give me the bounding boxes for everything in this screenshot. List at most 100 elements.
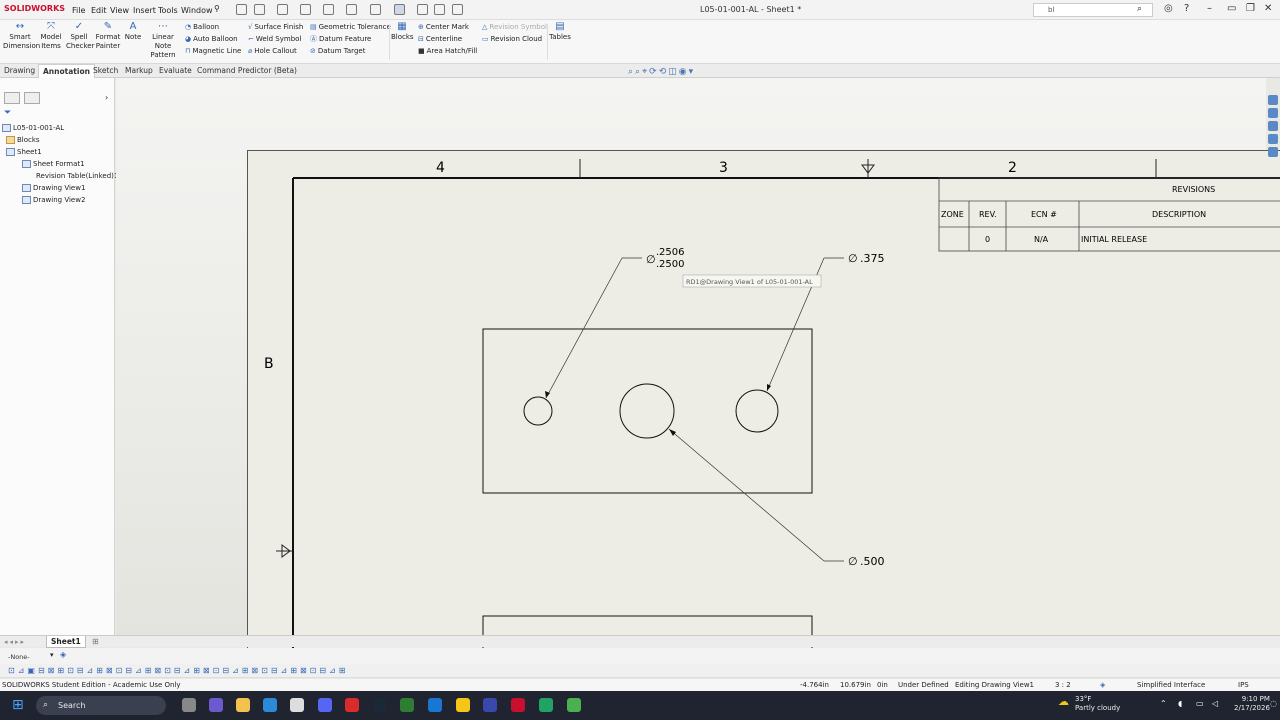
tree-item-drawing-view2[interactable]: Drawing View2	[2, 194, 118, 206]
menu-file[interactable]: File	[72, 6, 85, 15]
design-library-icon[interactable]	[1268, 108, 1278, 118]
chevron-right-icon[interactable]: ›	[105, 93, 108, 102]
search-input[interactable]: bl	[1033, 3, 1153, 17]
sheet-tab-sheet1[interactable]: Sheet1	[46, 636, 86, 648]
menu-tools[interactable]: Tools	[158, 6, 178, 15]
taskbar-search[interactable]: ⌕ Search	[36, 696, 166, 715]
redo-icon[interactable]	[370, 4, 381, 15]
network-icon[interactable]: ▭	[1196, 699, 1204, 708]
sheet-scale[interactable]: 3 : 2	[1055, 679, 1071, 691]
discord-icon[interactable]	[318, 698, 332, 712]
tables-button[interactable]: ▤ Tables	[549, 22, 571, 42]
chrome-icon[interactable]	[567, 698, 581, 712]
datum-target-button[interactable]: ⊘ Datum Target	[310, 45, 391, 57]
tree-item-revision-table[interactable]: Revision Table(Linked)1	[2, 170, 118, 182]
help-icon[interactable]: ?	[1184, 3, 1189, 14]
hole-small-left[interactable]	[523, 396, 553, 426]
volume-icon[interactable]: ◁	[1212, 699, 1218, 708]
note-button[interactable]: A Note	[123, 22, 143, 42]
revision-table[interactable]: REVISIONS ZONE REV. ECN # DESCRIPTION 0 …	[938, 177, 1280, 252]
steam-icon[interactable]	[373, 698, 387, 712]
file-properties-icon[interactable]	[434, 4, 445, 15]
excel-icon[interactable]	[539, 698, 553, 712]
xbox-icon[interactable]	[400, 698, 414, 712]
filter-icon[interactable]: ⏷	[4, 108, 11, 118]
center-mark-button[interactable]: ⊕ Center Mark	[418, 21, 477, 33]
drawing-sheet[interactable]: 4 3 2 B REVISIONS ZONE REV. ECN # DESCRI…	[247, 150, 1280, 677]
save-icon[interactable]	[300, 4, 311, 15]
tree-item-blocks[interactable]: Blocks	[2, 134, 118, 146]
custom-properties-icon[interactable]	[1268, 147, 1278, 157]
revision-symbol-button[interactable]: △ Revision Symbol	[482, 21, 547, 33]
revision-cloud-button[interactable]: ▭ Revision Cloud	[482, 33, 547, 45]
rebuild-status-icon[interactable]: ◈	[1100, 679, 1105, 691]
model-items-button[interactable]: ⤧ Model Items	[38, 22, 64, 51]
menu-edit[interactable]: Edit	[91, 6, 107, 15]
sheet-navigation-icon[interactable]: ◂◂▸▸	[4, 638, 26, 646]
resources-icon[interactable]	[1268, 95, 1278, 105]
format-painter-button[interactable]: ✎ Format Painter	[94, 22, 122, 51]
smart-dimension-button[interactable]: ↔ Smart Dimension	[3, 22, 40, 51]
hole-large-center[interactable]	[619, 383, 675, 439]
user-icon[interactable]: ◎	[1164, 3, 1173, 14]
centerline-button[interactable]: ⊟ Centerline	[418, 33, 477, 45]
blocks-button[interactable]: ▦ Blocks	[391, 22, 414, 42]
select-icon[interactable]	[394, 4, 405, 15]
search-icon[interactable]: ⌕	[1137, 4, 1142, 14]
hole-medium-right[interactable]	[735, 389, 779, 433]
chevron-down-icon[interactable]: ▾	[50, 651, 54, 659]
tree-root[interactable]: L05-01-001-AL	[2, 122, 118, 134]
tree-item-sheet1[interactable]: Sheet1	[2, 146, 118, 158]
tray-chevron-icon[interactable]: ⌃	[1160, 699, 1167, 708]
microphone-icon[interactable]: ◖	[1178, 699, 1182, 708]
unit-system[interactable]: IPS	[1238, 679, 1249, 691]
layer-properties-icon[interactable]: ◈	[60, 650, 66, 659]
undo-icon[interactable]	[346, 4, 357, 15]
clock[interactable]: 9:10 PM 2/17/2026	[1234, 695, 1270, 713]
feature-manager-tab-icon[interactable]	[4, 92, 20, 104]
pin-icon[interactable]: ⚲	[214, 4, 220, 13]
menu-insert[interactable]: Insert	[133, 6, 156, 15]
appearances-icon[interactable]	[1268, 134, 1278, 144]
interface-mode[interactable]: Simplified Interface	[1137, 679, 1205, 691]
surface-finish-button[interactable]: √ Surface Finish	[248, 21, 303, 33]
magnetic-line-button[interactable]: ⊓ Magnetic Line	[185, 45, 241, 57]
menu-view[interactable]: View	[110, 6, 129, 15]
opera-icon[interactable]	[345, 698, 359, 712]
hole-dimension-500[interactable]: ∅ .500	[668, 428, 885, 568]
restore-icon[interactable]: ▭	[1227, 3, 1236, 14]
close-icon[interactable]: ✕	[1264, 3, 1272, 14]
notification-icon[interactable]: ◌	[1270, 699, 1277, 708]
tree-item-sheet-format[interactable]: Sheet Format1	[2, 158, 118, 170]
weld-symbol-button[interactable]: ⌐ Weld Symbol	[248, 33, 303, 45]
area-hatch-button[interactable]: ■ Area Hatch/Fill	[418, 45, 477, 57]
balloon-button[interactable]: ◔ Balloon	[185, 21, 241, 33]
edge-icon[interactable]	[263, 698, 277, 712]
linear-note-pattern-button[interactable]: ⋯ Linear Note Pattern	[145, 22, 181, 60]
auto-balloon-button[interactable]: ◕ Auto Balloon	[185, 33, 241, 45]
home-icon[interactable]	[236, 4, 247, 15]
windows-start-icon[interactable]: ⊞	[12, 697, 24, 713]
tab-evaluate[interactable]: Evaluate	[155, 64, 196, 78]
hole-callout-button[interactable]: ⌀ Hole Callout	[248, 45, 303, 57]
file-explorer-icon[interactable]	[1268, 121, 1278, 131]
property-manager-tab-icon[interactable]	[24, 92, 40, 104]
tab-markup[interactable]: Markup	[121, 64, 157, 78]
layer-select[interactable]: -None-	[8, 652, 54, 662]
open-icon[interactable]	[277, 4, 288, 15]
tile-icon[interactable]: ❐	[1246, 3, 1255, 14]
app-icon[interactable]	[456, 698, 470, 712]
solidworks-taskbar-icon[interactable]	[511, 698, 525, 712]
task-view-icon[interactable]	[182, 698, 196, 712]
rebuild-icon[interactable]	[417, 4, 428, 15]
datum-feature-button[interactable]: Ⓐ Datum Feature	[310, 33, 391, 45]
tab-command-predictor[interactable]: Command Predictor (Beta)	[193, 64, 301, 78]
tab-drawing[interactable]: Drawing	[0, 64, 39, 78]
hole-dimension-375[interactable]: ∅ .375	[766, 252, 885, 392]
geometric-tolerance-button[interactable]: ▤ Geometric Tolerance	[310, 21, 391, 33]
line-format-toolbar[interactable]: ⊡⊿▣⊟⊠⊞⊡⊟⊿⊞⊠⊡⊟⊿⊞⊠⊡⊟⊿⊞⊠⊡⊟⊿⊞⊠⊡⊟⊿⊞⊠⊡⊟⊿⊞	[0, 664, 1280, 678]
options-gear-icon[interactable]	[452, 4, 463, 15]
heads-up-view-toolbar[interactable]: ⌕⌕⌖⟳⟲◫◉▾	[628, 67, 695, 77]
tree-item-drawing-view1[interactable]: Drawing View1	[2, 182, 118, 194]
add-sheet-icon[interactable]: ⊞	[92, 637, 99, 646]
